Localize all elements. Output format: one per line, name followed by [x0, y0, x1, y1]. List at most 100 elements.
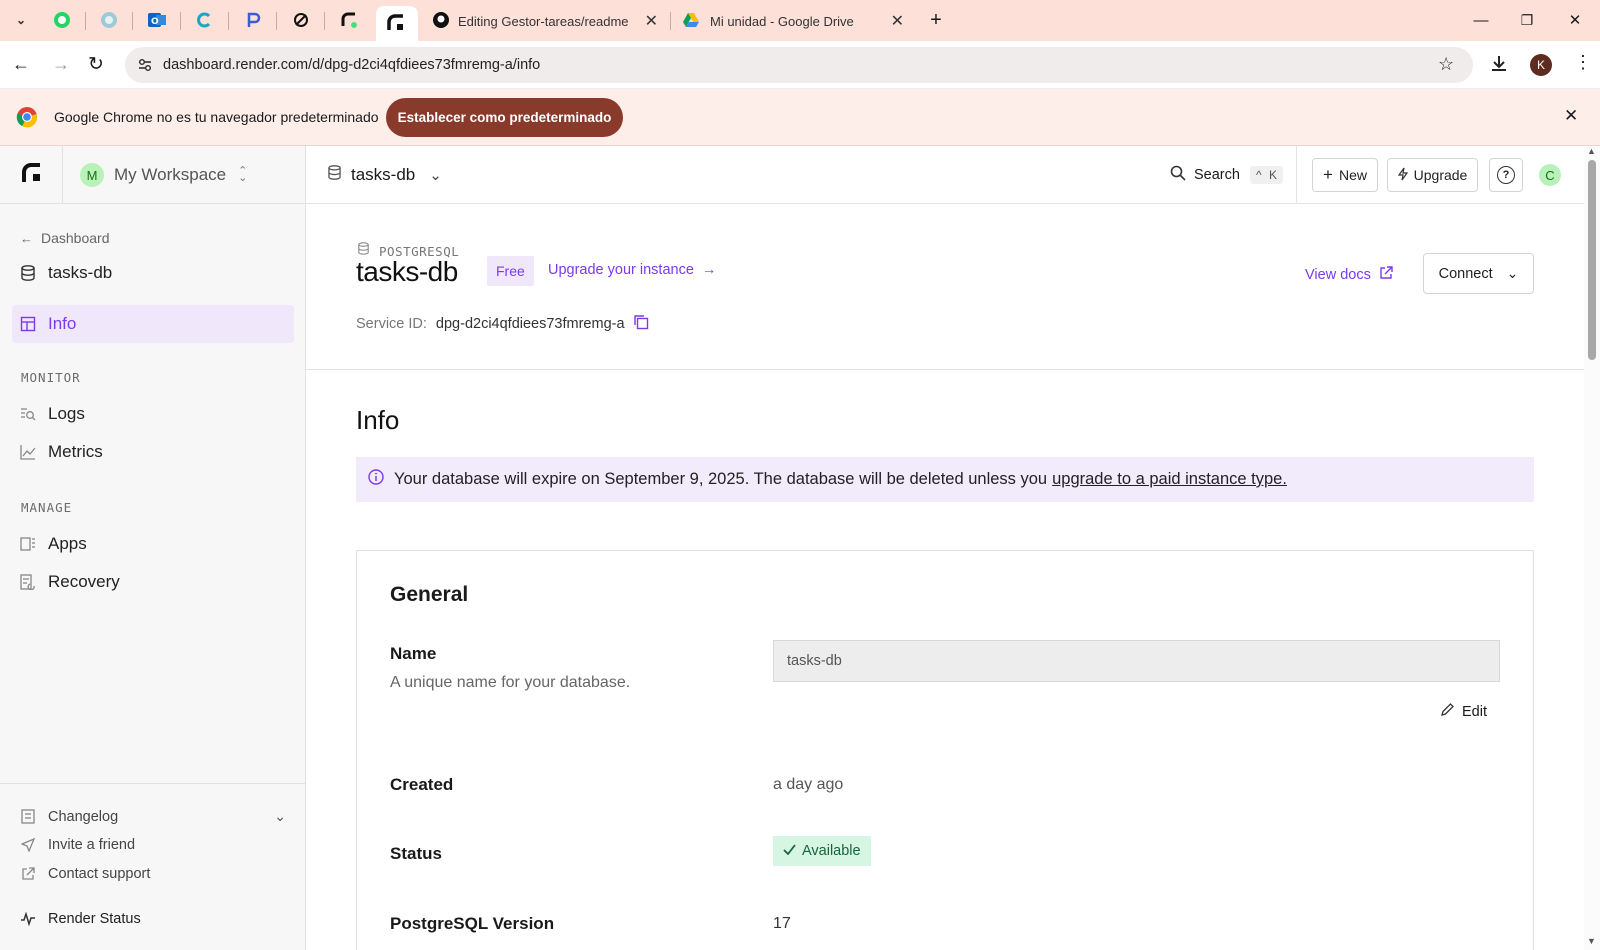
default-browser-infobar: Google Chrome no es tu navegador predete…	[0, 89, 1600, 146]
divider	[306, 369, 1584, 370]
tab-title: Mi unidad - Google Drive	[710, 13, 854, 29]
tab-separator	[132, 12, 133, 30]
changelog-label: Changelog	[48, 808, 119, 825]
upgrade-button[interactable]: Upgrade	[1387, 158, 1478, 192]
render-tab-icon	[386, 13, 406, 38]
info-label: Info	[48, 314, 77, 333]
minimize-icon[interactable]: —	[1470, 9, 1492, 31]
bookmark-star-icon[interactable]: ☆	[1438, 54, 1454, 75]
copy-icon[interactable]	[633, 314, 649, 334]
tab-separator	[180, 12, 181, 30]
render-status-link[interactable]: Render Status	[20, 911, 141, 927]
recovery-label: Recovery	[48, 572, 120, 591]
download-icon[interactable]	[1489, 53, 1509, 78]
database-icon	[20, 265, 36, 281]
set-default-button[interactable]: Establecer como predeterminado	[386, 98, 623, 137]
outlook-tab-icon[interactable]: O	[146, 9, 168, 31]
back-icon[interactable]: ←	[12, 54, 30, 75]
window-close-icon[interactable]: ✕	[1564, 9, 1586, 31]
forward-icon[interactable]: →	[52, 54, 70, 75]
p-app-tab-icon[interactable]	[242, 9, 264, 31]
render-dashboard: M My Workspace ⌃ ⌄ ← Dashboard tasks-db I…	[0, 146, 1600, 950]
sidebar-item-logs[interactable]: Logs	[20, 404, 85, 424]
back-to-dashboard-link[interactable]: ← Dashboard	[20, 230, 110, 246]
tab-separator	[324, 12, 325, 30]
keyboard-shortcut: ^ K	[1249, 166, 1283, 184]
google-drive-icon	[682, 12, 700, 31]
active-tab[interactable]	[376, 6, 418, 41]
sidebar-item-info-label[interactable]: Info	[20, 314, 76, 334]
tab-separator	[85, 12, 86, 30]
openai-tab-icon[interactable]	[290, 9, 312, 31]
url-bar[interactable]: dashboard.render.com/d/dpg-d2ci4qfdiees7…	[125, 47, 1473, 83]
expiry-banner: Your database will expire on September 9…	[356, 457, 1534, 502]
github-icon	[432, 11, 450, 32]
service-id-row: Service ID: dpg-d2ci4qfdiees73fmremg-a	[356, 314, 649, 334]
url-text[interactable]: dashboard.render.com/d/dpg-d2ci4qfdiees7…	[163, 57, 540, 73]
shortcut-key: K	[1268, 168, 1277, 182]
help-button[interactable]: ?	[1489, 158, 1523, 192]
plan-badge: Free	[487, 256, 534, 286]
user-avatar[interactable]: C	[1539, 164, 1561, 186]
sidebar-item-metrics[interactable]: Metrics	[20, 442, 103, 462]
render-logo-icon[interactable]	[21, 162, 43, 189]
service-selector[interactable]: tasks-db ⌄	[328, 160, 442, 190]
changelog-icon	[20, 809, 36, 825]
tab-title: Editing Gestor-tareas/readme.t	[458, 13, 628, 29]
canva-tab-icon[interactable]	[194, 9, 216, 31]
view-docs-link[interactable]: View docs	[1305, 266, 1393, 284]
status-label: Status	[390, 844, 442, 863]
service-selector-label: tasks-db	[351, 165, 416, 184]
browser-tab-bar: ⌄ O Editing Gestor-tareas/readme.t ✕ Mi …	[0, 0, 1600, 41]
divider	[62, 146, 63, 204]
main-content: POSTGRESQL tasks-db Free Upgrade your in…	[306, 204, 1584, 950]
top-bar: tasks-db ⌄ Search ^ K + New Upgrade ? C	[306, 146, 1584, 204]
sidebar-item-recovery[interactable]: Recovery	[20, 572, 120, 592]
chrome-logo-icon	[16, 106, 38, 133]
scrollbar-thumb[interactable]	[1588, 160, 1596, 360]
info-circle-icon	[368, 469, 384, 490]
upgrade-instance-label: Upgrade your instance	[548, 262, 694, 278]
tab-search-chevron-icon[interactable]: ⌄	[10, 9, 32, 31]
tab-github[interactable]: Editing Gestor-tareas/readme.t ✕	[432, 6, 658, 36]
workspace-avatar: M	[80, 163, 104, 187]
browser-menu-icon[interactable]: ⋮	[1574, 52, 1592, 73]
scroll-up-icon[interactable]: ▲	[1587, 146, 1596, 156]
workspace-name: My Workspace	[114, 165, 227, 184]
edit-button[interactable]: Edit	[1440, 702, 1487, 721]
sidebar-item-apps[interactable]: Apps	[20, 534, 87, 554]
profile-avatar[interactable]: K	[1530, 54, 1552, 76]
restore-icon[interactable]: ❐	[1516, 9, 1538, 31]
new-button[interactable]: + New	[1312, 158, 1378, 192]
new-tab-icon[interactable]: +	[925, 9, 947, 31]
logs-label: Logs	[48, 404, 85, 423]
infobar-close-icon[interactable]: ✕	[1564, 106, 1578, 126]
close-tab-icon[interactable]: ✕	[645, 11, 658, 31]
render-tab-icon[interactable]	[338, 9, 360, 31]
upgrade-instance-link[interactable]: Upgrade your instance →	[548, 262, 716, 278]
whatsapp-tab-icon[interactable]	[51, 9, 73, 31]
upgrade-paid-link[interactable]: upgrade to a paid instance type.	[1052, 470, 1287, 489]
workspace-switcher[interactable]: M My Workspace ⌃ ⌄	[80, 156, 300, 194]
site-info-icon[interactable]	[137, 57, 153, 78]
invite-friend-link[interactable]: Invite a friend	[20, 837, 135, 853]
new-label: New	[1338, 167, 1367, 183]
sidebar-service-title[interactable]: tasks-db	[20, 263, 112, 283]
connect-dropdown[interactable]: Connect ⌄	[1423, 253, 1534, 294]
tab-google-drive[interactable]: Mi unidad - Google Drive ✕	[682, 6, 904, 36]
close-tab-icon[interactable]: ✕	[891, 11, 904, 31]
search-button[interactable]: Search ^ K	[1170, 160, 1283, 190]
app-tab-icon[interactable]	[98, 9, 120, 31]
help-icon: ?	[1497, 166, 1515, 184]
scrollbar[interactable]: ▲ ▼	[1584, 146, 1600, 950]
name-description: A unique name for your database.	[390, 674, 631, 691]
service-id-label: Service ID:	[356, 316, 427, 332]
metrics-icon	[20, 444, 36, 460]
reload-icon[interactable]: ↻	[88, 53, 104, 76]
edit-label: Edit	[1462, 703, 1487, 720]
support-label: Contact support	[48, 866, 151, 882]
changelog-toggle[interactable]: Changelog ⌄	[20, 808, 286, 825]
scroll-down-icon[interactable]: ▼	[1587, 936, 1596, 946]
name-field[interactable]: tasks-db	[773, 640, 1500, 682]
contact-support-link[interactable]: Contact support	[20, 866, 150, 882]
